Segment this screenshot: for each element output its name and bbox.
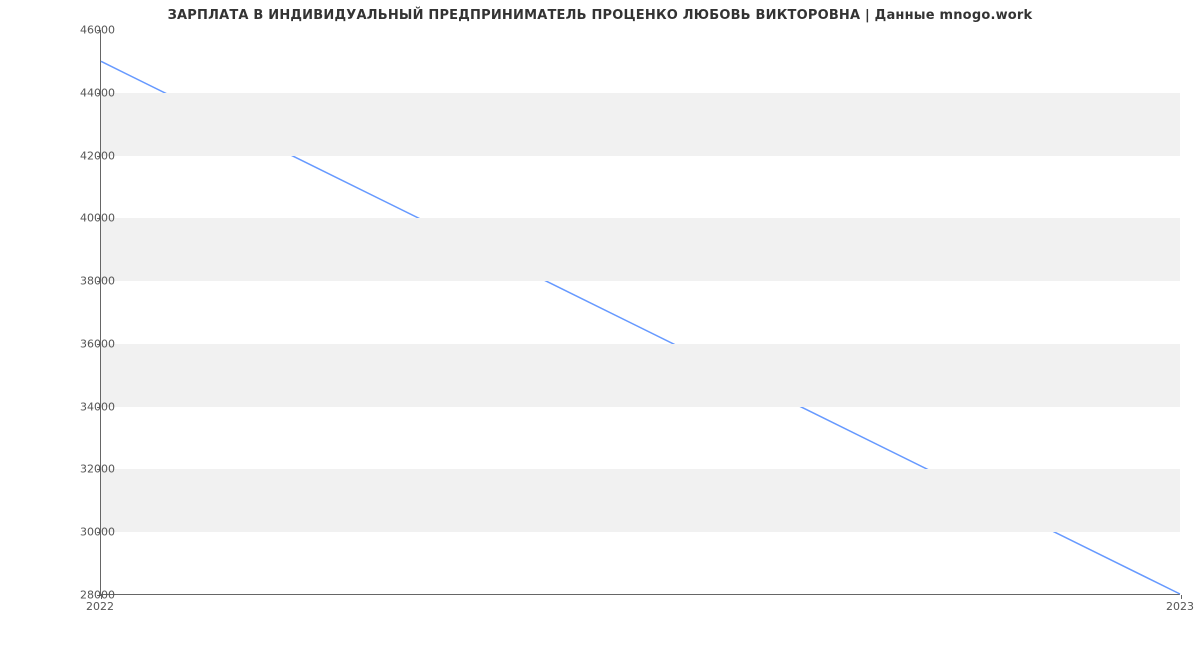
- y-tick-label: 30000: [35, 526, 115, 539]
- y-tick-label: 36000: [35, 337, 115, 350]
- x-tick-label: 2023: [1166, 600, 1194, 613]
- grid-band: [101, 469, 1180, 532]
- y-tick-label: 32000: [35, 463, 115, 476]
- grid-band: [101, 344, 1180, 407]
- y-tick-label: 44000: [35, 86, 115, 99]
- x-tick-mark: [1181, 595, 1182, 599]
- y-tick-label: 40000: [35, 212, 115, 225]
- y-tick-label: 46000: [35, 24, 115, 37]
- x-tick-label: 2022: [86, 600, 114, 613]
- y-tick-label: 38000: [35, 275, 115, 288]
- chart-container: ЗАРПЛАТА В ИНДИВИДУАЛЬНЫЙ ПРЕДПРИНИМАТЕЛ…: [0, 0, 1200, 650]
- y-tick-label: 34000: [35, 400, 115, 413]
- grid-band: [101, 93, 1180, 156]
- grid-band: [101, 218, 1180, 281]
- y-tick-label: 42000: [35, 149, 115, 162]
- chart-title: ЗАРПЛАТА В ИНДИВИДУАЛЬНЫЙ ПРЕДПРИНИМАТЕЛ…: [0, 8, 1200, 23]
- plot-area: [100, 30, 1180, 595]
